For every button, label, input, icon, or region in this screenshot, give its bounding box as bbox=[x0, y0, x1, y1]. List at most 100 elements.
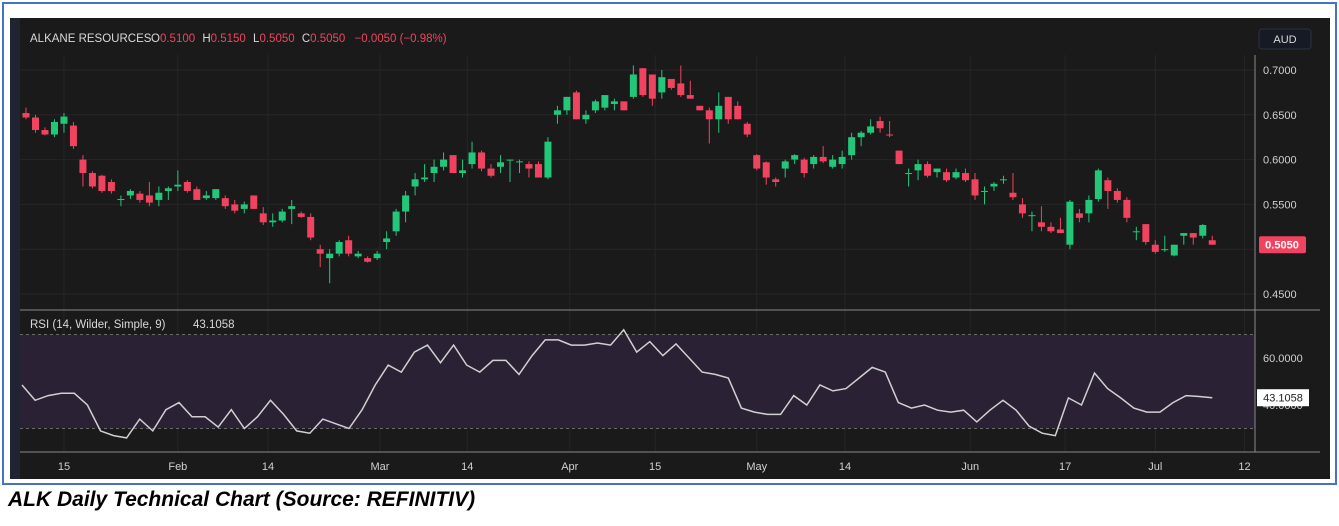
candle-body bbox=[1123, 199, 1131, 218]
low-value: 0.5050 bbox=[259, 33, 294, 45]
candle bbox=[31, 114, 39, 133]
candle-body bbox=[107, 182, 115, 191]
candle-body bbox=[1009, 192, 1017, 198]
candle bbox=[572, 90, 580, 120]
candle-body bbox=[914, 164, 922, 171]
time-tick-label: Jul bbox=[1148, 461, 1162, 473]
candle-body bbox=[1094, 170, 1102, 200]
candle-body bbox=[79, 159, 87, 174]
candle-body bbox=[743, 123, 751, 135]
candle bbox=[1066, 199, 1074, 250]
chart-caption: ALK Daily Technical Chart (Source: REFIN… bbox=[8, 488, 476, 511]
candle-body bbox=[212, 189, 220, 199]
candle-body bbox=[174, 184, 182, 187]
time-tick-label: Mar bbox=[371, 461, 390, 473]
candle-body bbox=[705, 110, 713, 120]
candle bbox=[98, 174, 106, 193]
candle-body bbox=[1142, 224, 1150, 243]
candle-body bbox=[933, 168, 941, 173]
candle-body bbox=[392, 211, 400, 232]
candle bbox=[449, 155, 457, 174]
candle bbox=[1142, 224, 1150, 245]
candle-body bbox=[620, 101, 628, 111]
candle-body bbox=[69, 125, 77, 147]
time-tick-label: Jun bbox=[961, 461, 979, 473]
candle-body bbox=[876, 121, 884, 129]
price-tick-label: 0.6500 bbox=[1263, 110, 1297, 122]
candle bbox=[88, 171, 96, 189]
time-tick-label: May bbox=[746, 461, 767, 473]
rsi-indicator-value: 43.1058 bbox=[193, 319, 235, 331]
time-tick-label: Apr bbox=[561, 461, 578, 473]
candle-body bbox=[772, 179, 780, 182]
candle-body bbox=[724, 96, 732, 120]
candle-body bbox=[297, 213, 305, 217]
candle-body bbox=[430, 166, 438, 174]
candle bbox=[250, 195, 258, 209]
candle-body bbox=[962, 173, 970, 181]
candle-body bbox=[1113, 190, 1121, 200]
candle-body bbox=[848, 137, 856, 156]
symbol-name: ALKANE RESOURCES bbox=[30, 33, 152, 45]
currency-label: AUD bbox=[1273, 34, 1296, 46]
candle-body bbox=[990, 183, 998, 187]
candle-body bbox=[269, 220, 277, 223]
candle-body bbox=[307, 216, 315, 238]
candle bbox=[69, 121, 77, 149]
candle-body bbox=[943, 172, 951, 181]
candle-body bbox=[999, 179, 1007, 181]
candle-body bbox=[667, 78, 675, 88]
candle-body bbox=[22, 113, 30, 118]
candle-body bbox=[202, 195, 210, 199]
candle bbox=[620, 101, 628, 111]
price-tick-label: 0.7000 bbox=[1263, 65, 1297, 77]
time-tick-label: 15 bbox=[58, 461, 70, 473]
candle-body bbox=[136, 193, 144, 200]
candle-body bbox=[183, 182, 191, 191]
candle-body bbox=[326, 253, 334, 259]
rsi-badge-label: 43.1058 bbox=[1263, 393, 1303, 405]
candle-body bbox=[810, 156, 818, 165]
candle-body bbox=[677, 83, 685, 96]
candle-body bbox=[1018, 204, 1026, 214]
candle-body bbox=[1037, 222, 1045, 227]
close-label: C bbox=[302, 33, 310, 45]
candle-body bbox=[1208, 240, 1216, 245]
currency-button[interactable]: AUD bbox=[1258, 28, 1312, 50]
candle-body bbox=[98, 175, 106, 191]
candle-body bbox=[345, 240, 353, 254]
candle-body bbox=[145, 195, 153, 203]
candle-body bbox=[50, 121, 58, 135]
candle-body bbox=[553, 110, 561, 115]
time-tick-label: 12 bbox=[1238, 461, 1250, 473]
close-value: 0.5050 bbox=[310, 33, 345, 45]
candle-body bbox=[41, 130, 49, 135]
candle bbox=[753, 154, 761, 171]
candle-body bbox=[582, 114, 590, 120]
candle-body bbox=[411, 179, 419, 187]
candle-body bbox=[658, 77, 666, 93]
candle-body bbox=[924, 164, 932, 176]
candle-body bbox=[155, 192, 163, 200]
candle-body bbox=[1170, 244, 1178, 256]
candle-body bbox=[1056, 229, 1064, 234]
candle-body bbox=[487, 168, 495, 176]
rsi-band-fill bbox=[20, 334, 1255, 429]
candle-body bbox=[1132, 231, 1140, 233]
last-price-badge: 0.5050 bbox=[1259, 236, 1306, 254]
candle-body bbox=[497, 162, 504, 167]
candle-body bbox=[838, 156, 846, 165]
time-tick-label: 14 bbox=[461, 461, 473, 473]
rsi-indicator-label[interactable]: RSI (14, Wilder, Simple, 9) bbox=[30, 319, 166, 331]
candle-body bbox=[971, 179, 979, 196]
time-tick-label: 17 bbox=[1059, 461, 1071, 473]
candle-body bbox=[734, 105, 742, 120]
open-value: 0.5100 bbox=[160, 33, 195, 45]
time-tick-label: 15 bbox=[649, 461, 661, 473]
candle-body bbox=[639, 68, 647, 96]
candle-body bbox=[857, 132, 865, 138]
candle-body bbox=[629, 74, 637, 97]
candle-body bbox=[1161, 249, 1169, 251]
candle-body bbox=[791, 155, 799, 160]
rsi-value-badge: 43.1058 bbox=[1257, 389, 1309, 407]
